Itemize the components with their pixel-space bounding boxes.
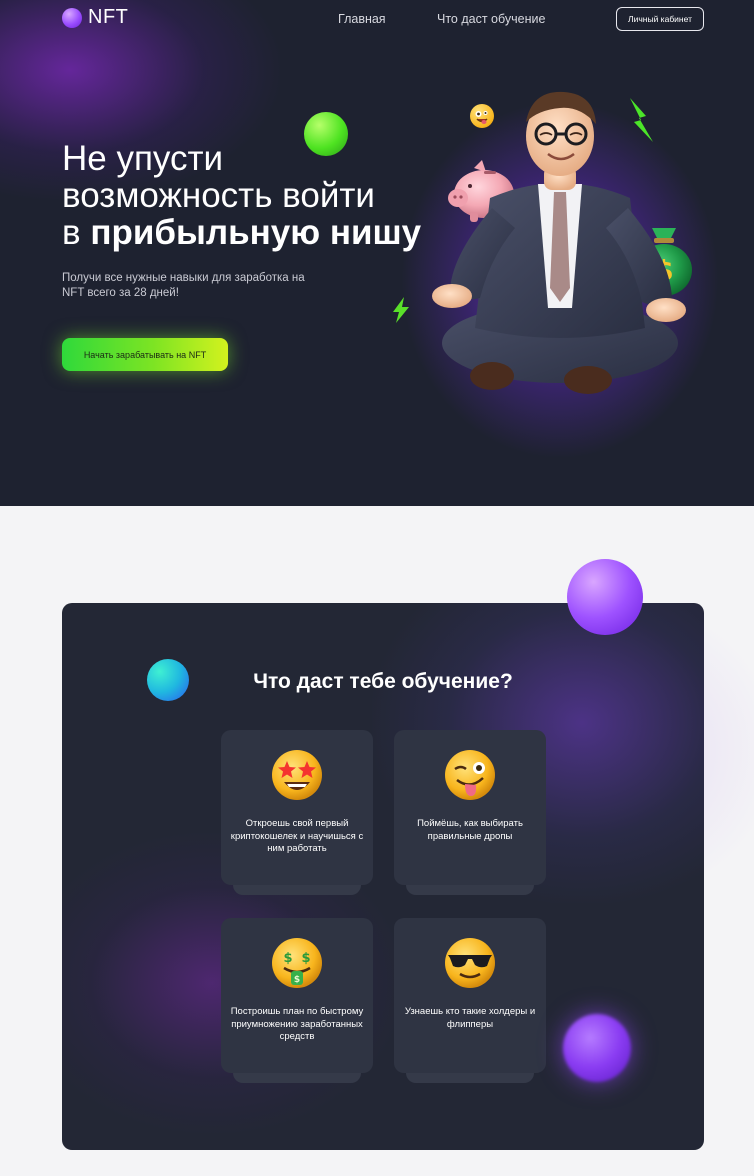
green-sphere-decoration: [304, 112, 348, 156]
hero-title: Не упусти возможность войти в прибыльную…: [62, 140, 442, 251]
feature-text: Узнаешь кто такие холдеры и флипперы: [404, 1006, 536, 1030]
purple-sphere-decoration: [567, 559, 643, 635]
svg-text:$: $: [301, 951, 310, 966]
hero-title-highlight: прибыльную нишу: [90, 213, 422, 252]
logo[interactable]: NFT: [62, 6, 128, 29]
purple-blurred-sphere-decoration: [563, 1014, 631, 1082]
hero-section: NFT Главная Что даст обучение Личный каб…: [0, 0, 754, 506]
sunglasses-emoji-icon: [445, 938, 495, 988]
svg-text:$: $: [294, 975, 300, 985]
feature-card-body: Узнаешь кто такие холдеры и флипперы: [394, 918, 546, 1073]
feature-text: Поймёшь, как выбирать правильные дропы: [417, 818, 523, 842]
nav-link-learning[interactable]: Что даст обучение: [437, 12, 545, 26]
feature-card-body: Поймёшь, как выбирать правильные дропы: [394, 730, 546, 885]
feature-card-wallet: Откроешь свой первый криптокошелек и нау…: [221, 730, 373, 895]
hero-title-line1: Не упусти: [62, 139, 224, 178]
start-earning-button[interactable]: Начать зарабатывать на NFT: [62, 338, 228, 371]
money-mouth-emoji-icon: $ $ $: [272, 938, 322, 988]
feature-card-body: Откроешь свой первый криптокошелек и нау…: [221, 730, 373, 885]
winking-tongue-emoji-icon: [445, 750, 495, 800]
lightning-small-icon: [393, 297, 409, 323]
star-struck-emoji-icon: [272, 750, 322, 800]
feature-card-plan: $ $ $ Построишь план по быстрому приумно…: [221, 918, 373, 1083]
hero-title-line3-prefix: в: [62, 213, 91, 252]
logo-text: NFT: [88, 6, 129, 28]
feature-text: Построишь план по быстрому приумножению …: [230, 1006, 364, 1042]
feature-card-holders: Узнаешь кто такие холдеры и флипперы: [394, 918, 546, 1083]
teal-sphere-decoration: [147, 659, 189, 701]
feature-card-body: $ $ $ Построишь план по быстрому приумно…: [221, 918, 373, 1073]
svg-text:$: $: [283, 951, 292, 966]
feature-text: Откроешь свой первый криптокошелек и нау…: [230, 818, 364, 854]
businessman-illustration: [432, 91, 686, 394]
cabinet-button[interactable]: Личный кабинет: [616, 7, 704, 31]
site-header: NFT Главная Что даст обучение Личный каб…: [0, 0, 754, 40]
hero-title-line2: возможность войти: [62, 176, 375, 215]
feature-card-drops: Поймёшь, как выбирать правильные дропы: [394, 730, 546, 895]
logo-dot-icon: [62, 7, 82, 28]
hero-subtitle: Получи все нужные навыки для заработка н…: [62, 272, 305, 299]
nav-link-home[interactable]: Главная: [338, 12, 386, 26]
